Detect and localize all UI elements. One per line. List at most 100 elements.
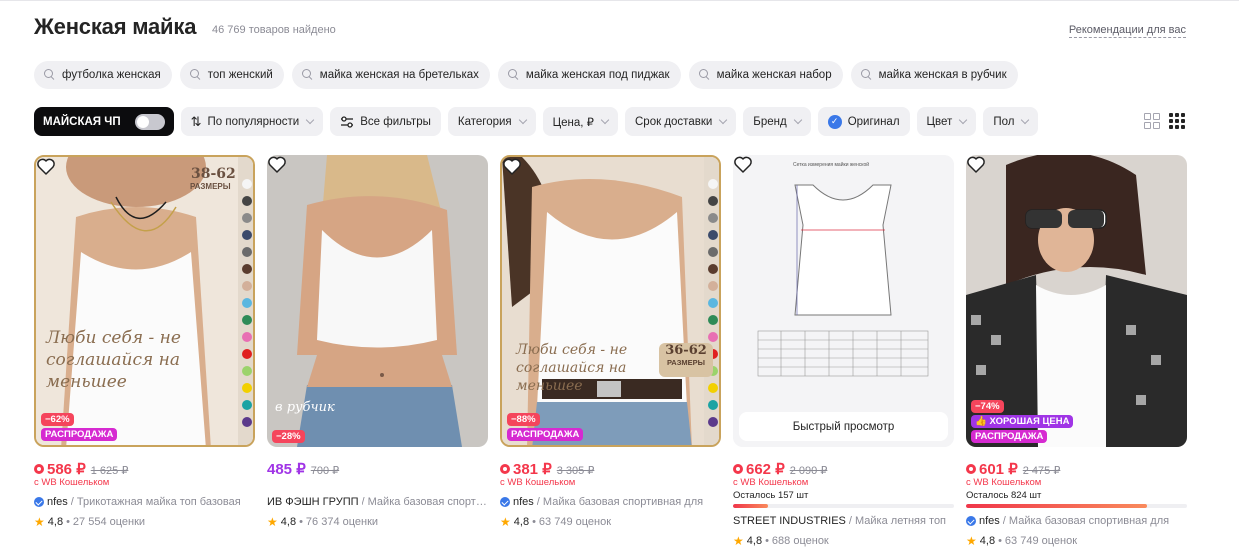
sort-dropdown[interactable]: ⇅ По популярности [180,107,324,136]
favorite-icon[interactable] [966,155,986,175]
verified-icon [966,516,976,526]
product-rating: ★ 4,8 • 27 554 оценки [34,515,146,529]
product-rating: ★ 4,8 • 63 749 оценок [966,534,1078,548]
product-card[interactable]: в рубчик −28% 485 ₽ 700 ₽ ИВ ФЭШН ГРУПП /… [267,155,488,548]
sizes-label: РАЗМЕРЫ [190,182,231,191]
product-rating: ★ 4,8 • 76 374 оценки [267,515,379,529]
sale-badge: РАСПРОДАЖА [507,428,584,441]
current-price: 601 ₽ [979,461,1018,478]
wallet-icon [34,464,44,474]
discount-badge: −62% [41,413,74,426]
search-icon [698,69,711,81]
toggle-switch[interactable] [134,113,165,130]
recommendations-link[interactable]: Рекомендации для вас [1068,24,1186,38]
search-icon [301,69,314,81]
color-dropdown[interactable]: Цвет [916,107,977,136]
slogan-text: Люби себя - не соглашайся на меньшее [516,342,628,394]
wallet-icon [500,464,510,474]
product-image[interactable]: 38-62 РАЗМЕРЫ Люби себя - не соглашайся … [34,155,255,447]
product-name[interactable]: ИВ ФЭШН ГРУПП/ Майка базовая спортивная [267,496,488,508]
brand-dropdown[interactable]: Бренд [743,107,811,136]
favorite-icon[interactable] [36,157,56,177]
check-icon: ✓ [827,114,842,129]
discount-badge: −88% [507,413,540,426]
stock-bar [733,504,954,508]
search-icon [189,69,202,81]
favorite-icon[interactable] [267,155,287,175]
star-icon: ★ [34,515,45,529]
rib-label: в рубчик [275,400,335,415]
results-count: 46 769 товаров найдено [212,24,336,36]
stock-bar [966,504,1187,508]
stock-remaining: Осталось 824 шт [966,490,1042,501]
discount-badge: −28% [272,430,305,443]
verified-icon [500,497,510,507]
size-badge: 36-62 РАЗМЕРЫ [659,343,713,377]
star-icon: ★ [733,534,744,548]
old-price: 2 475 ₽ [1022,465,1061,477]
product-image[interactable]: Сетка измерения майки женской Быстрый пр… [733,155,954,447]
suggestion-chip[interactable]: футболка женская [34,61,172,89]
thumbs-up-icon: 👍 [975,416,987,427]
product-image[interactable]: −74% 👍 ХОРОШАЯ ЦЕНА РАСПРОДАЖА [966,155,1187,447]
verified-icon [34,497,44,507]
page-title: Женская майка [34,14,197,39]
favorite-icon[interactable] [733,155,753,175]
current-price: 485 ₽ [267,461,306,478]
suggestion-chip[interactable]: топ женский [179,61,284,89]
product-name[interactable]: STREET INDUSTRIES / Майка летняя топ [733,515,954,527]
promo-toggle-button[interactable]: МАЙСКАЯ ЧП [34,107,174,136]
suggestion-chip[interactable]: майка женская в рубчик [850,61,1018,89]
top-divider [0,0,1239,1]
product-image[interactable]: в рубчик −28% [267,155,488,447]
gender-dropdown[interactable]: Пол [983,107,1039,136]
product-grid: 38-62 РАЗМЕРЫ Люби себя - не соглашайся … [34,155,1187,548]
small-grid-view-icon[interactable] [1169,113,1185,129]
old-price: 3 305 ₽ [556,465,595,477]
old-price: 1 625 ₽ [90,465,129,477]
current-price: 662 ₽ [746,461,785,478]
wallet-icon [966,464,976,474]
product-card[interactable]: −74% 👍 ХОРОШАЯ ЦЕНА РАСПРОДАЖА 601 ₽ 2 4… [966,155,1187,548]
star-icon: ★ [966,534,977,548]
all-filters-button[interactable]: Все фильтры [330,107,441,136]
product-card[interactable]: 36-62 РАЗМЕРЫ Люби себя - не соглашайся … [500,155,721,548]
search-suggestions: футболка женская топ женский майка женск… [34,61,1018,89]
product-name[interactable]: nfes / Трикотажная майка топ базовая [34,496,255,508]
product-image[interactable]: 36-62 РАЗМЕРЫ Люби себя - не соглашайся … [500,155,721,447]
old-price: 2 090 ₽ [789,465,828,477]
chevron-down-icon [1021,115,1030,124]
search-icon [507,69,520,81]
price-dropdown[interactable]: Цена, ₽ [542,107,618,136]
product-card[interactable]: Сетка измерения майки женской Быстрый пр… [733,155,954,548]
current-price: 586 ₽ [47,461,86,478]
product-rating: ★ 4,8 • 63 749 оценок [500,515,612,529]
filter-bar: МАЙСКАЯ ЧП ⇅ По популярности Все фильтры … [34,107,1039,136]
chevron-down-icon [719,115,728,124]
wallet-note: с WB Кошельком [966,477,1042,488]
star-icon: ★ [500,515,511,529]
search-icon [44,69,56,81]
delivery-dropdown[interactable]: Срок доставки [625,107,737,136]
product-name[interactable]: nfes / Майка базовая спортивная для [500,496,721,508]
large-grid-view-icon[interactable] [1144,113,1160,129]
product-name[interactable]: nfes / Майка базовая спортивная для [966,515,1187,527]
wallet-note: с WB Кошельком [500,477,576,488]
category-dropdown[interactable]: Категория [447,107,536,136]
chevron-down-icon [600,115,610,124]
old-price: 700 ₽ [310,465,340,477]
quick-view-button[interactable]: Быстрый просмотр [739,412,948,441]
suggestion-chip[interactable]: майка женская под пиджак [497,61,681,89]
size-range-text: 38-62 [191,166,236,182]
suggestion-chip[interactable]: майка женская набор [688,61,843,89]
product-card[interactable]: 38-62 РАЗМЕРЫ Люби себя - не соглашайся … [34,155,255,548]
wallet-icon [733,464,743,474]
sort-icon: ⇅ [190,113,202,129]
suggestion-chip[interactable]: майка женская на бретельках [291,61,490,89]
original-filter[interactable]: ✓ Оригинал [817,107,910,136]
wallet-note: с WB Кошельком [34,477,110,488]
sale-badge: РАСПРОДАЖА [971,430,1048,443]
favorite-icon[interactable] [502,157,522,177]
star-icon: ★ [267,515,278,529]
current-price: 381 ₽ [513,461,552,478]
